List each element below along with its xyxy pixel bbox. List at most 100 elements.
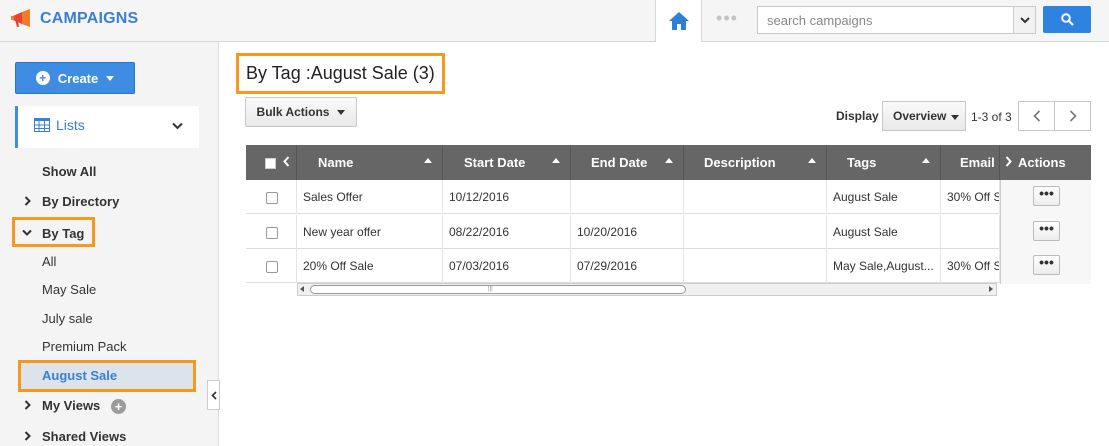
table-row[interactable]: 20% Off Sale 07/03/2016 07/29/2016 May S… xyxy=(246,249,1091,283)
lists-section-header[interactable]: Lists xyxy=(15,106,199,148)
next-page-button[interactable] xyxy=(1054,101,1091,131)
sidebar-item-shared-views[interactable]: Shared Views xyxy=(42,429,126,444)
cell-description xyxy=(684,249,827,283)
row-select-cell xyxy=(246,215,297,249)
chevron-down-icon xyxy=(22,229,32,236)
sidebar-item-my-views[interactable]: My Views xyxy=(42,398,100,413)
scrollbar-thumb[interactable] xyxy=(310,285,686,294)
cell-email xyxy=(941,215,1000,249)
chevron-right-icon xyxy=(24,196,31,206)
cell-tags: August Sale xyxy=(827,180,941,214)
scroll-left-arrow[interactable] xyxy=(300,286,304,292)
collapse-sidebar-button[interactable] xyxy=(207,380,220,410)
tag-item-all[interactable]: All xyxy=(42,254,56,269)
tag-item-august-sale[interactable]: August Sale xyxy=(42,368,117,383)
scroll-right-arrow[interactable] xyxy=(989,286,993,292)
sidebar: + Create Lists Show All By Directory By … xyxy=(0,42,220,446)
page-title: By Tag :August Sale (3) xyxy=(246,63,435,83)
row-actions-button[interactable]: ••• xyxy=(1033,255,1060,275)
horizontal-scrollbar[interactable]: ||| xyxy=(297,283,997,296)
cell-start-date: 10/12/2016 xyxy=(443,180,571,214)
row-actions-button[interactable]: ••• xyxy=(1033,221,1060,241)
sidebar-item-by-tag[interactable]: By Tag xyxy=(42,226,84,241)
select-all-checkbox[interactable] xyxy=(265,158,276,169)
bulk-actions-label: Bulk Actions xyxy=(256,105,330,119)
column-label: Name xyxy=(318,155,354,170)
page-title-highlight: By Tag :August Sale (3) xyxy=(236,53,445,94)
chevron-right-icon xyxy=(24,400,31,410)
column-label: Description xyxy=(704,155,776,170)
grid-list-icon xyxy=(34,118,50,132)
cell-tags: August Sale xyxy=(827,215,941,249)
sort-asc-icon xyxy=(922,158,930,163)
chevron-down-icon xyxy=(172,122,183,130)
cell-email: 30% Off S xyxy=(941,180,1000,214)
home-button[interactable] xyxy=(655,0,702,42)
sort-asc-icon xyxy=(665,158,673,163)
row-actions-button[interactable]: ••• xyxy=(1033,186,1060,206)
sort-asc-icon xyxy=(424,158,432,163)
app-logo[interactable]: CAMPAIGNS xyxy=(10,8,138,30)
cell-tags: May Sale,August... xyxy=(827,249,941,283)
campaign-table: Name Start Date End Date Description Tag… xyxy=(246,145,1091,297)
display-label: Display xyxy=(836,109,879,123)
search-input[interactable] xyxy=(758,7,1014,33)
search-icon xyxy=(1060,13,1074,26)
column-header-end-date[interactable]: End Date xyxy=(571,145,684,180)
cell-email: 30% Off S xyxy=(941,249,1000,283)
cell-name[interactable]: New year offer xyxy=(297,215,443,249)
sidebar-item-by-directory[interactable]: By Directory xyxy=(42,194,119,209)
column-label: Email xyxy=(960,155,995,170)
cell-end-date xyxy=(571,180,684,214)
chevron-left-icon xyxy=(210,390,217,400)
display-value: Overview xyxy=(893,109,947,123)
cell-name[interactable]: 20% Off Sale xyxy=(297,249,443,283)
row-checkbox[interactable] xyxy=(266,227,278,239)
chevron-left-icon[interactable] xyxy=(283,156,290,167)
column-header-start-date[interactable]: Start Date xyxy=(443,145,571,180)
scrollbar-grip: ||| xyxy=(488,286,493,292)
column-header-name[interactable]: Name xyxy=(297,145,443,180)
tag-item-premium-pack[interactable]: Premium Pack xyxy=(42,339,127,354)
add-view-icon[interactable]: + xyxy=(111,399,126,414)
select-all-header xyxy=(246,145,297,180)
prev-page-button[interactable] xyxy=(1018,101,1055,131)
search-dropdown-button[interactable] xyxy=(1013,7,1035,33)
home-icon xyxy=(668,12,689,30)
column-header-email[interactable]: Email xyxy=(941,145,1000,180)
column-header-tags[interactable]: Tags xyxy=(827,145,941,180)
search-button[interactable] xyxy=(1043,6,1091,33)
sort-asc-icon xyxy=(552,158,560,163)
chevron-right-icon xyxy=(1069,110,1077,122)
row-select-cell xyxy=(246,180,297,214)
cell-description xyxy=(684,215,827,249)
row-checkbox[interactable] xyxy=(266,192,278,204)
lists-label: Lists xyxy=(56,117,85,133)
chevron-right-icon[interactable] xyxy=(1005,156,1012,167)
sort-asc-icon xyxy=(808,158,816,163)
cell-start-date: 07/03/2016 xyxy=(443,249,571,283)
column-label: End Date xyxy=(591,155,648,170)
create-button[interactable]: + Create xyxy=(15,62,135,94)
tag-item-may-sale[interactable]: May Sale xyxy=(42,282,96,297)
bulk-actions-button[interactable]: Bulk Actions xyxy=(245,97,357,127)
caret-down-icon xyxy=(106,75,115,81)
search-box xyxy=(757,6,1036,34)
cell-end-date: 10/20/2016 xyxy=(571,215,684,249)
table-row[interactable]: New year offer 08/22/2016 10/20/2016 Aug… xyxy=(246,215,1091,249)
actions-column: ••• ••• ••• xyxy=(1000,180,1091,284)
cell-name[interactable]: Sales Offer xyxy=(297,180,443,214)
more-dots-icon[interactable]: ••• xyxy=(713,9,741,28)
caret-down-icon xyxy=(951,115,959,120)
create-label: Create xyxy=(57,70,99,86)
sidebar-item-show-all[interactable]: Show All xyxy=(42,164,96,179)
column-header-description[interactable]: Description xyxy=(684,145,827,180)
tag-item-july-sale[interactable]: July sale xyxy=(42,311,93,326)
chevron-down-icon xyxy=(1019,17,1030,24)
table-row[interactable]: Sales Offer 10/12/2016 August Sale 30% O… xyxy=(246,180,1091,214)
row-checkbox[interactable] xyxy=(266,261,278,273)
cell-end-date: 07/29/2016 xyxy=(571,249,684,283)
display-select[interactable]: Overview xyxy=(882,101,966,131)
app-title: CAMPAIGNS xyxy=(40,10,139,27)
column-label: Actions xyxy=(1018,155,1066,170)
